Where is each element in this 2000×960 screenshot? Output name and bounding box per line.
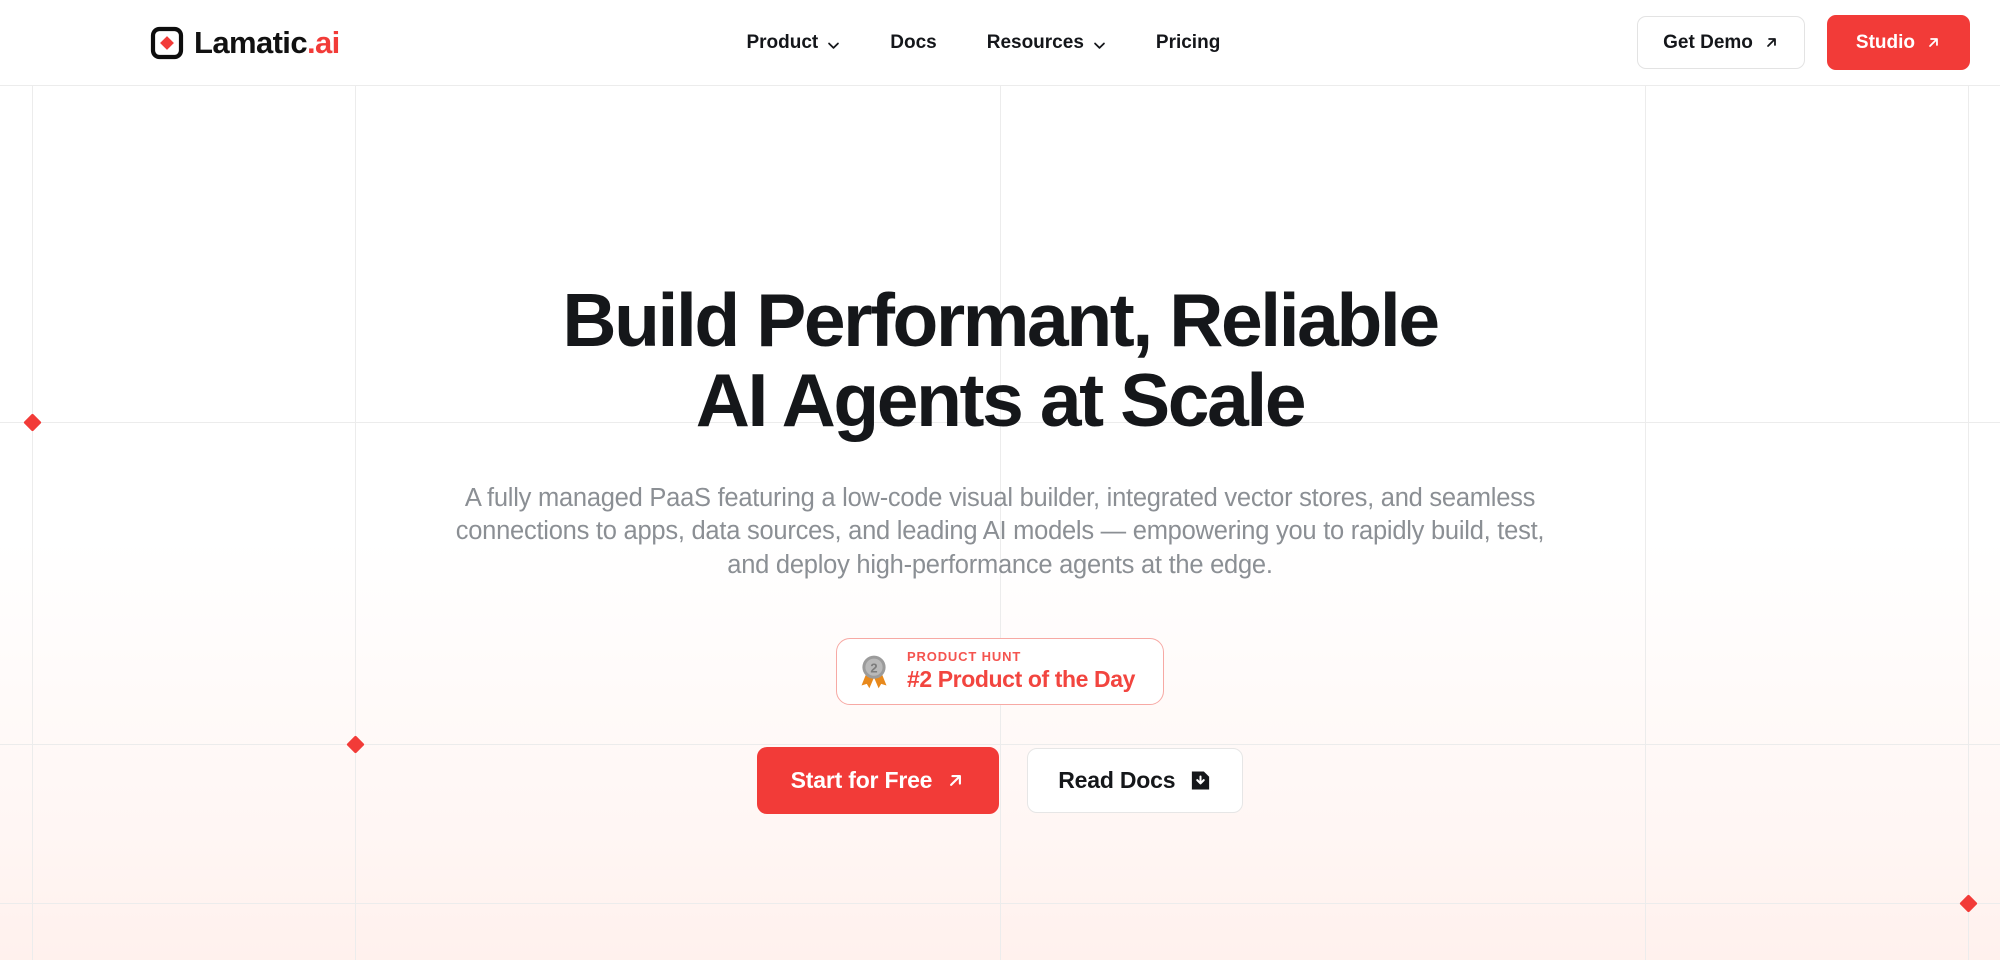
svg-text:2: 2 (870, 660, 877, 675)
hero-cta-row: Start for Free Read Docs (756, 746, 1244, 814)
read-docs-button[interactable]: Read Docs (1027, 747, 1244, 813)
primary-navigation: Product Docs Resources Pricing (340, 26, 1628, 60)
product-hunt-badge[interactable]: 2 PRODUCT HUNT #2 Product of the Day (835, 638, 1165, 705)
page-title: Build Performant, Reliable AI Agents at … (562, 278, 1440, 442)
nav-item-label: Pricing (1155, 31, 1221, 53)
nav-item-label: Docs (890, 31, 937, 53)
hero-title-line-2: AI Agents at Scale (695, 357, 1307, 442)
brand-wordmark: Lamatic.ai (194, 25, 340, 60)
get-demo-button[interactable]: Get Demo (1637, 16, 1805, 69)
brand-logo-link[interactable]: Lamatic.ai (150, 26, 340, 60)
nav-item-docs[interactable]: Docs (888, 26, 938, 60)
hero-title-line-1: Build Performant, Reliable (562, 278, 1440, 362)
nav-item-label: Resources (986, 31, 1084, 53)
nav-item-pricing[interactable]: Pricing (1154, 26, 1222, 60)
studio-button[interactable]: Studio (1826, 15, 1970, 70)
hero-subtitle: A fully managed PaaS featuring a low-cod… (455, 484, 1545, 579)
document-download-icon (1189, 769, 1212, 792)
get-demo-label: Get Demo (1663, 32, 1753, 53)
read-docs-label: Read Docs (1058, 766, 1176, 793)
chevron-down-icon (827, 36, 840, 49)
chevron-down-icon (1093, 36, 1106, 49)
medal-2nd-place-icon: 2 (857, 654, 891, 690)
start-for-free-button[interactable]: Start for Free (756, 746, 1000, 814)
studio-label: Studio (1855, 32, 1915, 53)
start-for-free-label: Start for Free (790, 766, 933, 793)
hero-section: Build Performant, Reliable AI Agents at … (0, 86, 2000, 960)
header-actions: Get Demo Studio (1637, 15, 1970, 70)
nav-item-product[interactable]: Product (744, 26, 842, 60)
arrow-up-right-icon (1926, 35, 1941, 50)
product-hunt-text: PRODUCT HUNT #2 Product of the Day (906, 649, 1136, 693)
nav-item-resources[interactable]: Resources (985, 26, 1108, 60)
lamatic-diamond-logo-icon (150, 26, 184, 60)
product-hunt-kicker: PRODUCT HUNT (906, 649, 1022, 665)
arrow-up-right-icon (1764, 35, 1779, 50)
brand-suffix: .ai (306, 25, 340, 60)
arrow-up-right-icon (946, 771, 965, 790)
nav-item-label: Product (746, 31, 819, 53)
site-header: Lamatic.ai Product Docs Resources Pricin… (0, 0, 2000, 86)
product-hunt-headline: #2 Product of the Day (906, 666, 1136, 693)
